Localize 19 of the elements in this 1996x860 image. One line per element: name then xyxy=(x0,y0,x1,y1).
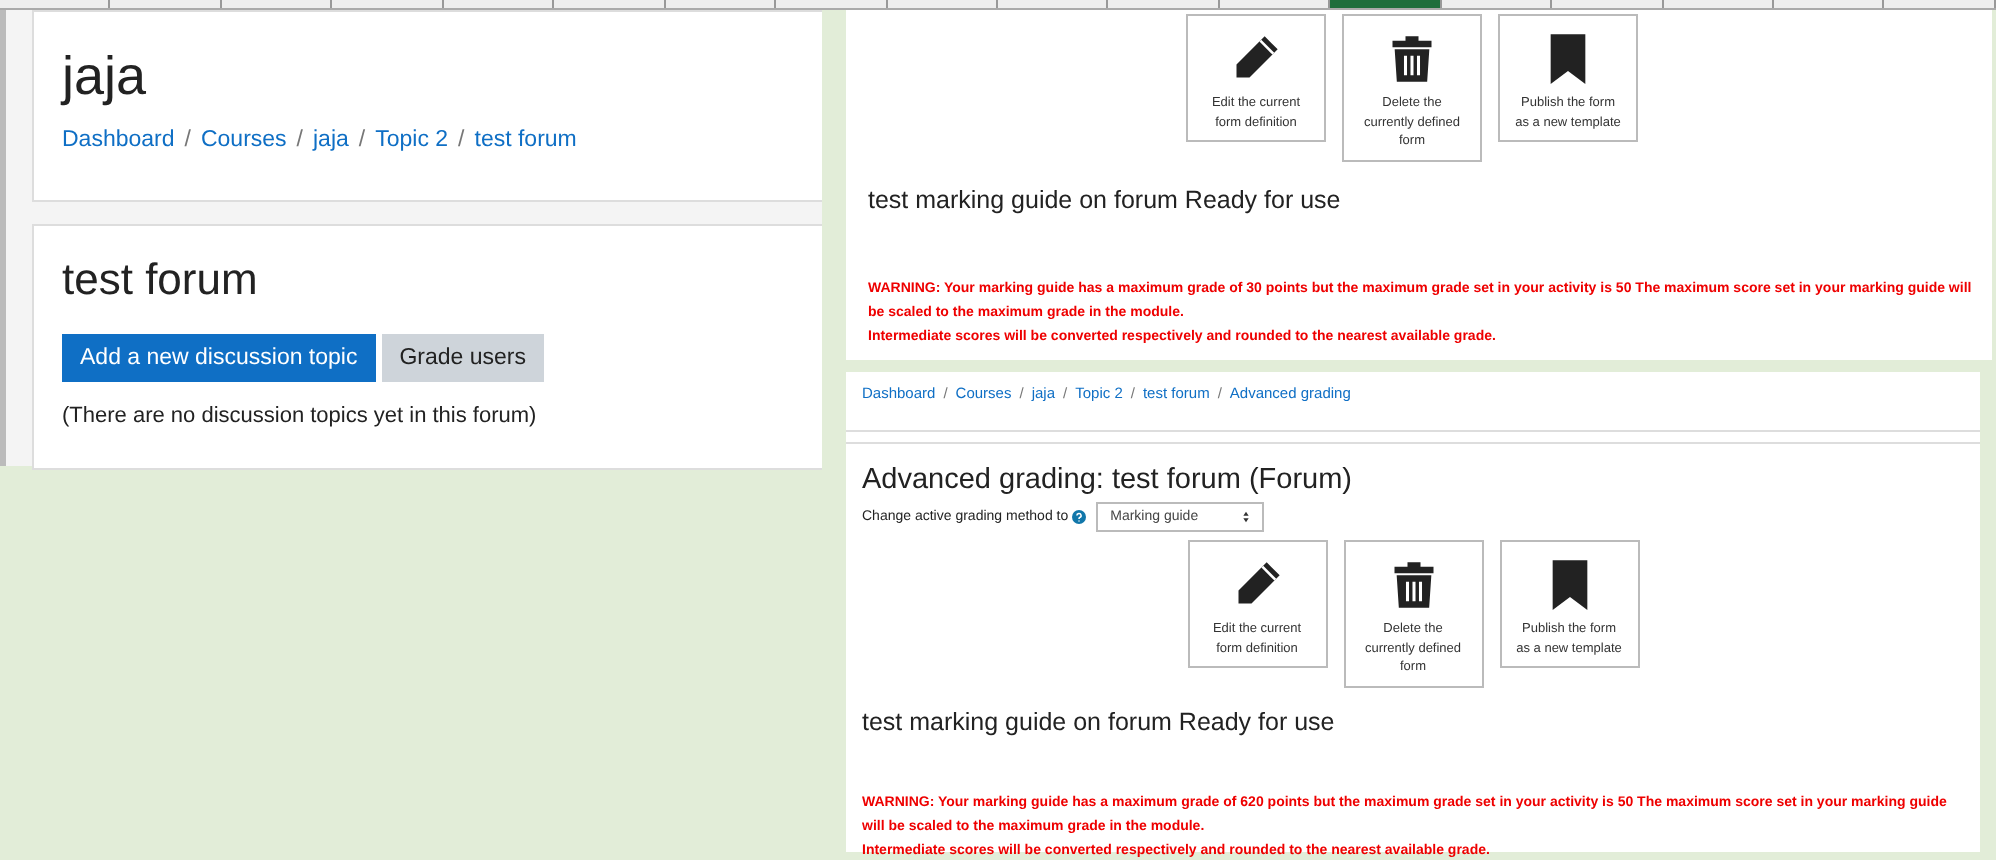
form-status: test marking guide on forum Ready for use xyxy=(868,185,1343,213)
breadcrumb-separator: / xyxy=(358,128,366,152)
breadcrumb-separator: / xyxy=(458,128,465,152)
breadcrumb-link[interactable]: Topic 2 xyxy=(375,128,449,152)
forum-title: test forum xyxy=(62,254,260,306)
breadcrumb-separator: / xyxy=(296,128,303,152)
course-title: jaja xyxy=(62,44,149,110)
breadcrumb-separator: / xyxy=(184,128,191,152)
help-icon[interactable] xyxy=(1072,510,1087,524)
form-status: test marking guide on forum Ready for use xyxy=(862,707,1337,735)
breadcrumb-link[interactable]: Dashboard xyxy=(62,128,175,152)
sort-arrows-icon xyxy=(1242,510,1251,524)
breadcrumb-link[interactable]: Courses xyxy=(200,128,287,152)
empty-message: (There are no discussion topics yet in this forum) xyxy=(62,404,539,428)
breadcrumb-link[interactable]: test forum xyxy=(474,128,577,152)
page-title: Advanced grading: test forum (Forum) xyxy=(862,464,1354,496)
forum-button[interactable]: Grade users xyxy=(381,334,544,382)
forum-button[interactable]: Add a new discussion topic xyxy=(62,334,376,382)
breadcrumb-link[interactable]: jaja xyxy=(313,128,349,152)
